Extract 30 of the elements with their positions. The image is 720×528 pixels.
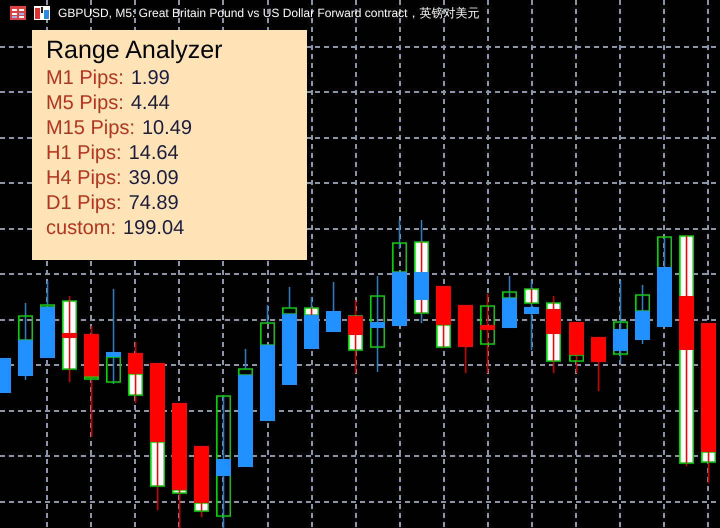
candle <box>524 281 539 350</box>
candle <box>304 297 319 349</box>
range-value: 1.99 <box>130 66 170 91</box>
range-label: D1 Pips: <box>46 191 122 216</box>
window-title: GBPUSD, M5: Great Britain Pound vs US Dollar Forward contract，英镑对美元 <box>58 5 480 22</box>
range-value: 4.44 <box>130 91 170 116</box>
range-value: 10.49 <box>142 116 192 141</box>
range-value: 199.04 <box>123 216 184 241</box>
panel-title: Range Analyzer <box>46 35 224 66</box>
range-value: 39.09 <box>128 166 179 191</box>
candle <box>458 305 473 373</box>
range-label: M1 Pips: <box>46 66 124 91</box>
range-value: 14.64 <box>128 141 179 166</box>
range-label: H1 Pips: <box>46 141 122 166</box>
candle <box>591 337 606 391</box>
range-label: custom: <box>46 216 116 241</box>
candle <box>128 342 143 403</box>
candle <box>194 446 209 517</box>
range-value: 74.89 <box>128 191 179 216</box>
grid-icon <box>10 6 26 20</box>
candle <box>502 276 517 328</box>
candle <box>0 358 11 393</box>
candle <box>326 282 341 332</box>
range-label: H4 Pips: <box>46 166 122 191</box>
candle <box>569 322 584 373</box>
candle <box>436 286 451 348</box>
chart-icon <box>34 6 50 20</box>
range-label: M5 Pips: <box>46 91 124 116</box>
candle <box>635 285 650 344</box>
range-label: M15 Pips: <box>46 116 135 141</box>
